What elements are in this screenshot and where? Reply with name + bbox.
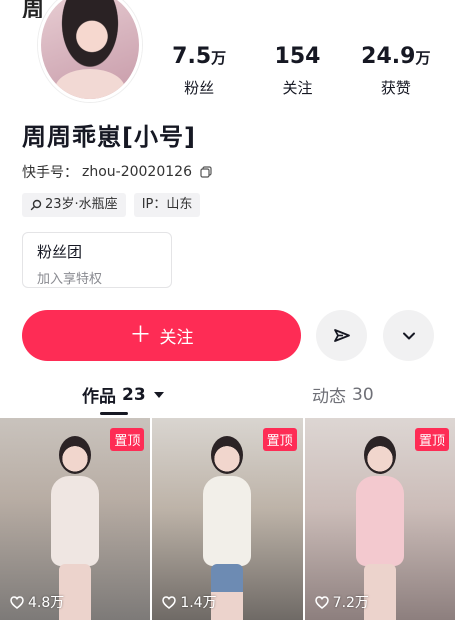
chevron-down-icon	[402, 332, 415, 339]
stat-followers-value: 7.5	[172, 44, 212, 69]
caret-down-icon	[153, 391, 164, 398]
stat-followers-number: 7.5万	[150, 44, 248, 71]
uid-label: 快手号：	[22, 165, 78, 181]
pinned-badge: 置顶	[110, 428, 145, 451]
video-likes-count: 7.2万	[332, 595, 369, 611]
uid-value: zhou-20020126	[82, 164, 192, 180]
tag-ip-location-label: IP：山东	[141, 197, 193, 212]
pinned-badge: 置顶	[262, 428, 297, 451]
plus-icon: ＋	[129, 322, 152, 348]
fan-group-title: 粉丝团	[37, 243, 83, 261]
figure-body	[203, 476, 252, 566]
tab-dynamic[interactable]: 动态 30	[312, 382, 374, 408]
stat-likes-unit: 万	[415, 49, 431, 67]
stat-following[interactable]: 154 关注	[248, 44, 346, 98]
stat-following-value: 154	[274, 44, 321, 69]
video-likes: 7.2万	[314, 592, 369, 612]
top-cut-title: 周	[22, 0, 45, 18]
tab-works-label: 作品	[82, 387, 116, 407]
stat-likes-label: 获赞	[380, 79, 411, 97]
figure-body	[355, 476, 404, 566]
tag-ip-location[interactable]: IP：山东	[133, 193, 201, 217]
avatar[interactable]	[38, 0, 142, 102]
search-icon	[30, 199, 42, 211]
follow-button[interactable]: ＋ 关注	[22, 310, 301, 361]
stat-likes-number: 24.9万	[347, 44, 445, 71]
stat-followers[interactable]: 7.5万 粉丝	[150, 44, 248, 98]
tag-age-zodiac-label: 23岁·水瓶座	[45, 197, 118, 212]
stat-following-number: 154	[248, 44, 346, 71]
stat-followers-unit: 万	[211, 49, 227, 67]
figure-body	[51, 476, 100, 566]
fan-group-card[interactable]: 粉丝团 加入享特权	[22, 232, 172, 288]
tab-dynamic-count: 30	[352, 384, 374, 405]
tag-age-zodiac[interactable]: 23岁·水瓶座	[22, 193, 126, 217]
fan-group-subtitle: 加入享特权	[37, 272, 103, 287]
profile-tags: 23岁·水瓶座 IP：山东	[22, 193, 201, 217]
video-thumbnail[interactable]: 置顶 7.2万	[304, 418, 455, 620]
video-grid: 置顶 4.8万 置顶 1.4万 置顶 7.2万	[0, 418, 455, 620]
content-tabs: 作品 23 动态 30	[0, 382, 455, 415]
video-thumbnail[interactable]: 置顶 1.4万	[152, 418, 303, 620]
copy-icon[interactable]	[200, 166, 212, 178]
share-button[interactable]	[316, 310, 367, 361]
active-tab-indicator	[100, 412, 128, 415]
video-likes: 4.8万	[10, 592, 64, 612]
heart-icon	[10, 595, 24, 609]
follow-button-label: 关注	[159, 328, 194, 348]
stats-row: 7.5万 粉丝 154 关注 24.9万 获赞	[150, 44, 445, 98]
heart-icon	[162, 595, 177, 609]
heart-icon	[314, 595, 329, 609]
uid-row: 快手号： zhou-20020126	[22, 162, 212, 182]
video-likes-count: 4.8万	[28, 595, 65, 611]
stat-followers-label: 粉丝	[184, 79, 215, 97]
stat-likes[interactable]: 24.9万 获赞	[347, 44, 445, 98]
pinned-badge: 置顶	[414, 428, 449, 451]
video-likes-count: 1.4万	[180, 595, 217, 611]
tab-works-count: 23	[122, 384, 146, 405]
profile-nickname: 周周乖崽[小号]	[22, 123, 196, 151]
figure-head	[363, 436, 396, 474]
figure-head	[59, 436, 92, 474]
tab-works[interactable]: 作品 23	[82, 382, 164, 407]
stat-likes-value: 24.9	[361, 44, 416, 69]
more-options-button[interactable]	[383, 310, 434, 361]
video-thumbnail[interactable]: 置顶 4.8万	[0, 418, 151, 620]
tab-dynamic-label: 动态	[312, 387, 346, 407]
avatar-shoulder	[55, 69, 125, 99]
send-icon	[333, 328, 350, 342]
figure-head	[211, 436, 244, 474]
video-likes: 1.4万	[162, 592, 217, 612]
stat-following-label: 关注	[282, 79, 313, 97]
